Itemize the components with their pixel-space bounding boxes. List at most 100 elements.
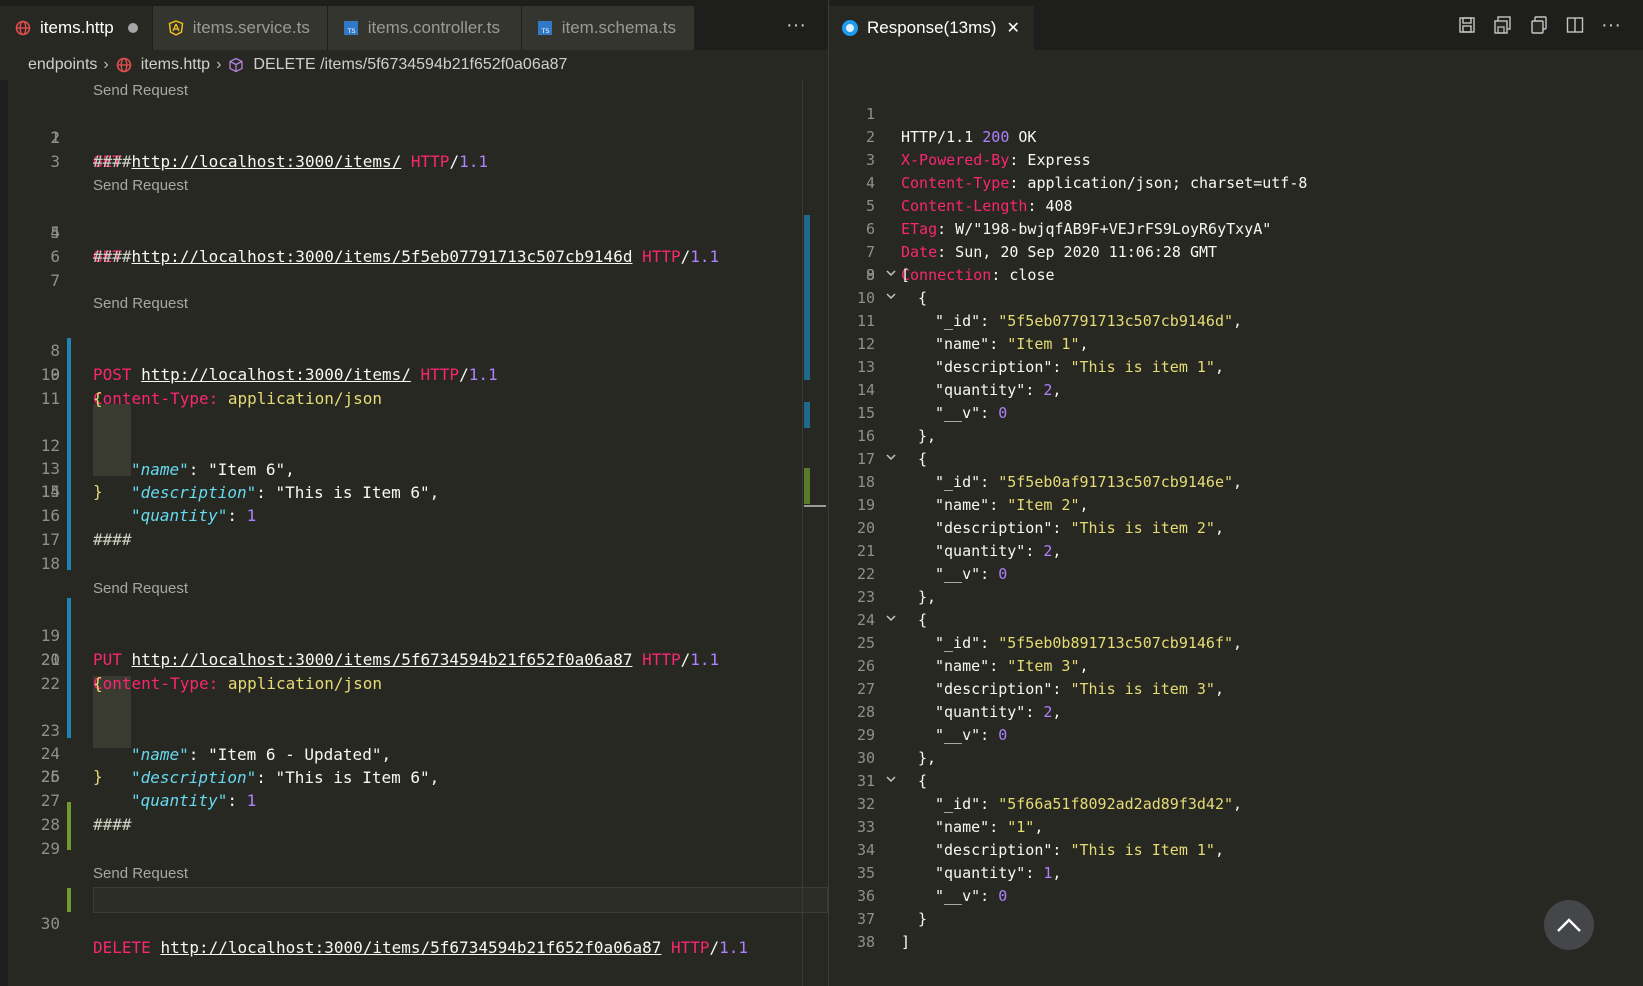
response-line: 3 Content-Type: application/json; charse… bbox=[865, 151, 1308, 192]
request-editor-pane: items.http items.service.ts TS items.con… bbox=[0, 0, 828, 986]
more-actions-icon[interactable]: ··· bbox=[1593, 7, 1629, 43]
line-number: 16 bbox=[856, 427, 875, 445]
response-line: 32 "_id": "5f66a51f8092ad2ad89f3d42", bbox=[829, 793, 1643, 816]
breadcrumb-folder[interactable]: endpoints bbox=[28, 56, 97, 74]
response-line: 30}, bbox=[829, 747, 1643, 770]
tab-label: items.controller.ts bbox=[367, 18, 500, 37]
split-editor-icon[interactable] bbox=[1557, 7, 1593, 43]
line-number: 37 bbox=[856, 910, 875, 928]
code-line: 27 bbox=[40, 791, 60, 810]
line-number: 35 bbox=[856, 864, 875, 882]
tab-label: item.schema.ts bbox=[561, 18, 677, 37]
send-request-codelens[interactable]: Send Request bbox=[93, 863, 188, 885]
angular-icon bbox=[167, 19, 185, 37]
scroll-to-top-button[interactable] bbox=[1544, 900, 1594, 950]
response-line: 27 "description": "This is item 3", bbox=[829, 678, 1643, 701]
json-comma: , bbox=[1079, 657, 1089, 675]
json-brace: { bbox=[918, 450, 928, 468]
breadcrumb: endpoints › items.http › DELETE /items/5… bbox=[28, 52, 567, 78]
json-colon: : bbox=[1025, 703, 1044, 721]
response-line: 22 "__v": 0 bbox=[829, 563, 1643, 586]
json-value: "This is item 1" bbox=[1070, 358, 1215, 376]
response-line: 1 HTTP/1.1 200 OK bbox=[865, 105, 1037, 146]
save-body-icon[interactable] bbox=[1485, 7, 1521, 43]
line-number: 11 bbox=[856, 312, 875, 330]
json-bracket: ] bbox=[901, 933, 911, 951]
json-key: "name" bbox=[935, 496, 990, 514]
tab-items-http[interactable]: items.http bbox=[0, 6, 153, 50]
json-colon: : bbox=[980, 726, 999, 744]
line-number: 18 bbox=[856, 473, 875, 491]
code-line: 6 #### bbox=[50, 247, 132, 266]
more-actions-icon[interactable]: ··· bbox=[778, 7, 814, 43]
unsaved-dot-icon[interactable] bbox=[127, 23, 138, 33]
response-line: 16}, bbox=[829, 425, 1643, 448]
line-number: 32 bbox=[856, 795, 875, 813]
response-line: 2 X-Powered-By: Express bbox=[865, 128, 1091, 169]
json-brace: { bbox=[918, 289, 928, 307]
json-value: 0 bbox=[998, 726, 1008, 744]
code-line: 4 GET http://localhost:3000/items/5f5eb0… bbox=[50, 223, 720, 266]
response-pane: Response(13ms) ✕ ··· 1 HTTP/1.1 200 OK 2… bbox=[828, 0, 1643, 986]
line-number: 13 bbox=[856, 358, 875, 376]
chevron-down-icon[interactable] bbox=[885, 770, 899, 793]
close-icon[interactable]: ✕ bbox=[1006, 18, 1019, 38]
send-request-codelens[interactable]: Send Request bbox=[93, 175, 188, 197]
json-comma: , bbox=[1214, 358, 1224, 376]
code-line: 3 #### bbox=[50, 152, 132, 171]
scrollbar-change-marker bbox=[804, 468, 810, 504]
send-request-codelens[interactable]: Send Request bbox=[93, 293, 188, 315]
line-number: 12 bbox=[856, 335, 875, 353]
response-tab-bar: Response(13ms) ✕ ··· bbox=[829, 0, 1643, 50]
breadcrumb-file[interactable]: items.http bbox=[141, 56, 210, 74]
send-request-codelens[interactable]: Send Request bbox=[93, 80, 188, 102]
scrollbar-cursor-marker bbox=[804, 505, 826, 507]
line-number: 25 bbox=[856, 634, 875, 652]
tab-response[interactable]: Response(13ms) ✕ bbox=[829, 6, 1035, 50]
copy-icon[interactable] bbox=[1521, 7, 1557, 43]
json-key: "_id" bbox=[935, 634, 981, 652]
tab-items-service-ts[interactable]: items.service.ts bbox=[152, 6, 328, 50]
response-line: 14 "quantity": 2, bbox=[829, 379, 1643, 402]
code-line: 1 GET http://localhost:3000/items/ HTTP/… bbox=[50, 128, 488, 171]
json-brace: }, bbox=[918, 427, 937, 445]
json-value: "5f5eb0af91713c507cb9146e" bbox=[998, 473, 1234, 491]
chevron-down-icon[interactable] bbox=[885, 609, 899, 632]
request-url-link[interactable]: http://localhost:3000/items/5f6734594b21… bbox=[160, 938, 661, 957]
breadcrumb-symbol[interactable]: DELETE /items/5f6734594b21f652f0a06a87 bbox=[253, 56, 567, 74]
chevron-right-icon: › bbox=[216, 56, 222, 73]
json-value: "5f5eb0b891713c507cb9146f" bbox=[998, 634, 1234, 652]
json-comma: , bbox=[1214, 519, 1224, 537]
line-number: 38 bbox=[856, 933, 875, 951]
json-colon: : bbox=[1052, 841, 1071, 859]
json-colon: : bbox=[1025, 381, 1044, 399]
response-line: 35 "quantity": 1, bbox=[829, 862, 1643, 885]
json-colon: : bbox=[980, 473, 999, 491]
save-icon[interactable] bbox=[1449, 7, 1485, 43]
tab-items-controller-ts[interactable]: TS items.controller.ts bbox=[327, 6, 522, 50]
code-line: 26} bbox=[40, 767, 103, 786]
chevron-down-icon[interactable] bbox=[885, 287, 899, 310]
json-brace: }, bbox=[918, 588, 937, 606]
json-value: "This is item 2" bbox=[1070, 519, 1215, 537]
chevron-down-icon[interactable] bbox=[885, 264, 899, 287]
json-comma: , bbox=[1034, 818, 1044, 836]
json-brace: } bbox=[918, 910, 928, 928]
json-colon: : bbox=[989, 496, 1008, 514]
response-line: 13 "description": "This is item 1", bbox=[829, 356, 1643, 379]
code-line: 29 bbox=[40, 839, 60, 858]
globe-icon bbox=[115, 56, 133, 74]
chevron-down-icon[interactable] bbox=[885, 448, 899, 471]
line-number: 29 bbox=[856, 726, 875, 744]
json-colon: : bbox=[980, 404, 999, 422]
json-key: "name" bbox=[935, 657, 990, 675]
tab-item-schema-ts[interactable]: TS item.schema.ts bbox=[521, 6, 695, 50]
code-line: 2 bbox=[50, 128, 60, 147]
response-line: 38] bbox=[829, 931, 1643, 954]
line-number: 24 bbox=[856, 611, 875, 629]
send-request-codelens[interactable]: Send Request bbox=[93, 578, 188, 600]
json-comma: , bbox=[1052, 703, 1062, 721]
json-key: "description" bbox=[935, 841, 1053, 859]
json-comma: , bbox=[1052, 542, 1062, 560]
json-colon: : bbox=[1052, 358, 1071, 376]
